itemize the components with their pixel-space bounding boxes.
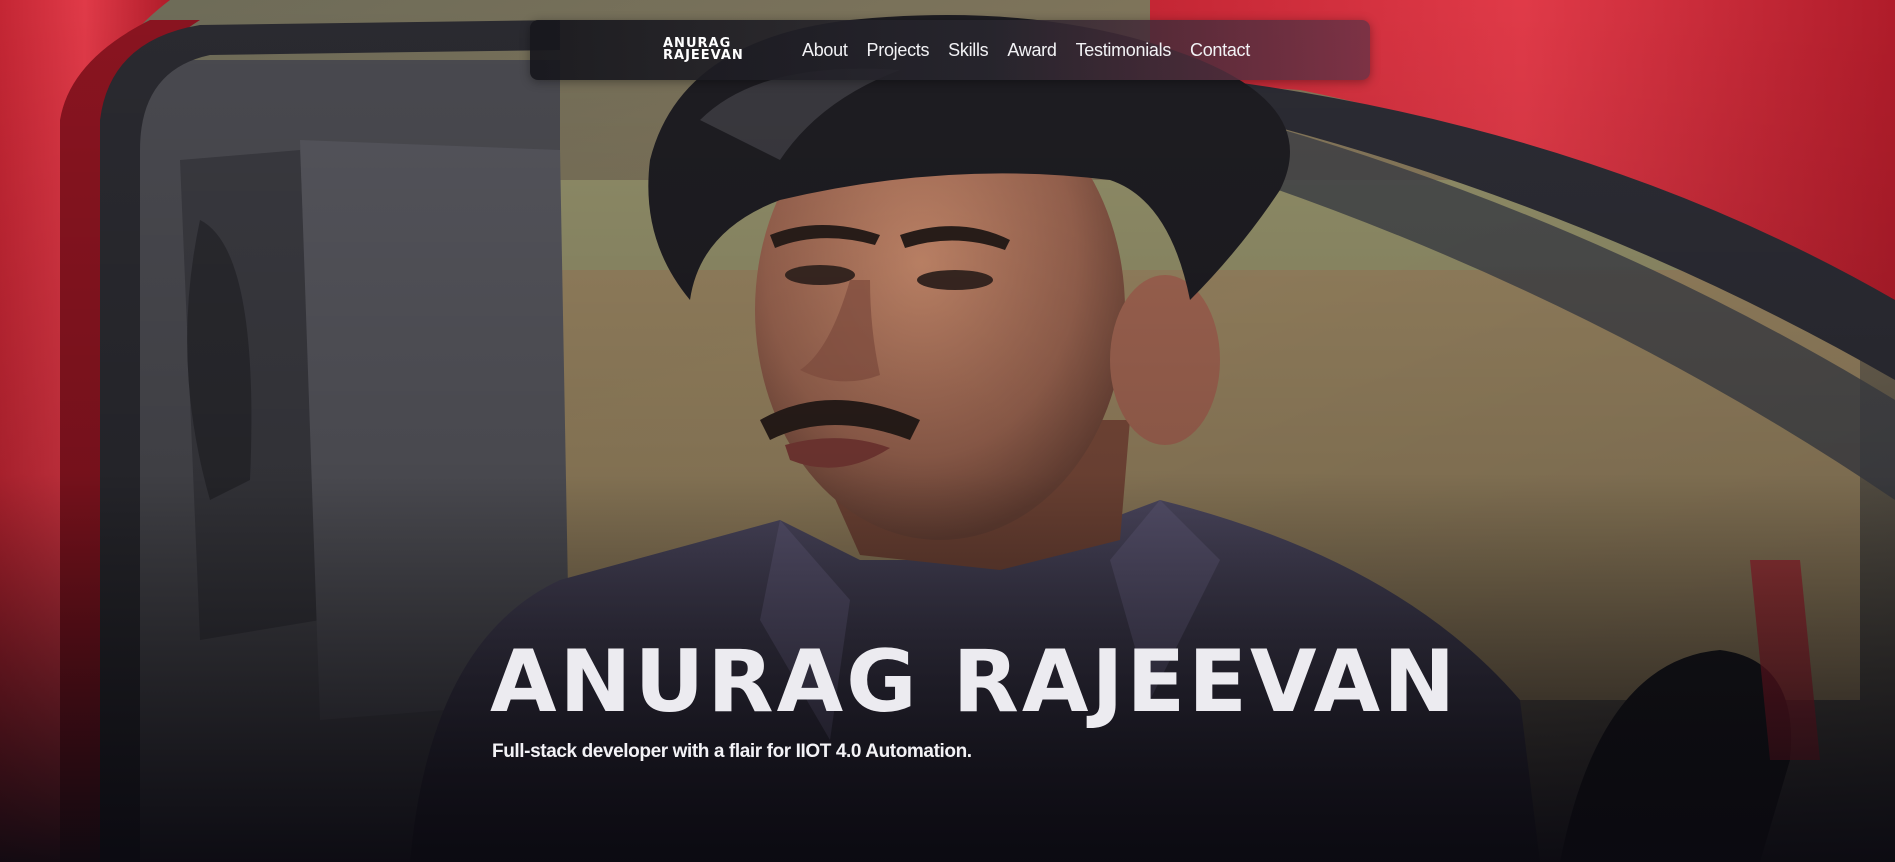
hero-photo [0,0,1895,862]
nav-link-skills[interactable]: Skills [948,40,989,61]
nav-link-projects[interactable]: Projects [867,40,930,61]
hero-title: ANURAG RAJEEVAN [490,632,1459,732]
nav-links: About Projects Skills Award Testimonials… [802,40,1269,61]
nav-link-testimonials[interactable]: Testimonials [1076,40,1172,61]
nav-bar: ANURAG RAJEEVAN About Projects Skills Aw… [530,20,1370,80]
nav-link-award[interactable]: Award [1007,40,1057,61]
nav-link-contact[interactable]: Contact [1190,40,1250,61]
hero-subtitle: Full-stack developer with a flair for II… [492,741,972,762]
nav-link-about[interactable]: About [802,40,848,61]
logo-line-2: RAJEEVAN [663,48,744,63]
site-logo[interactable]: ANURAG RAJEEVAN [663,37,773,63]
hero-section [0,0,1895,862]
